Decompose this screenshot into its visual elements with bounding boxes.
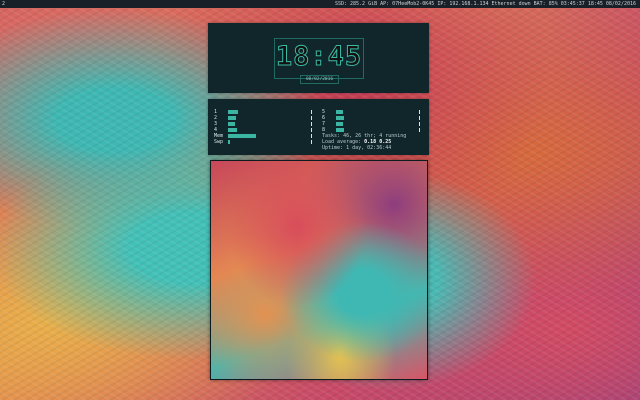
system-monitor-widget: 1 2 3 4 Mem Swp 5 6 7 8 Tasks: 46, 26 th… xyxy=(208,99,429,155)
cpu-bar-fill xyxy=(228,110,238,114)
clock-time: 18:45 xyxy=(275,41,363,72)
cpu-bar-fill xyxy=(228,116,237,120)
cpu-bar-fill xyxy=(228,128,238,132)
uptime-line: Uptime: 1 day, 02:36:44 xyxy=(322,145,392,151)
clock-frame: 18:45 xyxy=(274,38,364,79)
clock-widget: 18:45 08/02/2016 xyxy=(208,23,429,93)
right-meter-column: 5 6 7 8 Tasks: 46, 26 thr; 4 running Loa… xyxy=(322,109,422,151)
cpu-bar-track xyxy=(228,122,312,126)
cpu-bar-fill xyxy=(336,116,345,120)
workspace-indicator[interactable]: 2 xyxy=(2,0,5,8)
top-status-bar: 2 SSD: 285.2 GiB AP: 07HeeMob2-0K45 IP: … xyxy=(0,0,640,8)
cpu-bar-fill xyxy=(336,128,345,132)
cpu-bar-track xyxy=(228,128,312,132)
memory-bar-track xyxy=(228,134,312,138)
cpu-bar-track xyxy=(336,128,420,132)
cpu-bar-label: 8 xyxy=(322,127,326,133)
cpu-bar-track xyxy=(336,122,420,126)
cpu-bar-fill xyxy=(336,122,343,126)
cpu-bar-8: 8 xyxy=(322,127,422,133)
cpu-bar-track xyxy=(336,110,420,114)
swap-bar-label: Swp xyxy=(214,139,224,145)
cpu-bar-track xyxy=(228,110,312,114)
wallpaper-preview-window[interactable] xyxy=(210,160,428,380)
status-readout: SSD: 285.2 GiB AP: 07HeeMob2-0K45 IP: 19… xyxy=(334,1,636,7)
cpu-bar-track xyxy=(228,116,312,120)
swap-bar-track xyxy=(228,140,312,144)
cpu-bar-fill xyxy=(228,122,235,126)
cpu-bar-fill xyxy=(336,110,344,114)
swap-bar: Swp xyxy=(214,139,314,145)
swap-bar-fill xyxy=(228,140,230,144)
left-meter-column: 1 2 3 4 Mem Swp xyxy=(214,109,314,145)
cpu-bar-track xyxy=(336,116,420,120)
clock-date: 08/02/2016 xyxy=(300,75,339,84)
memory-bar-fill xyxy=(228,134,257,138)
